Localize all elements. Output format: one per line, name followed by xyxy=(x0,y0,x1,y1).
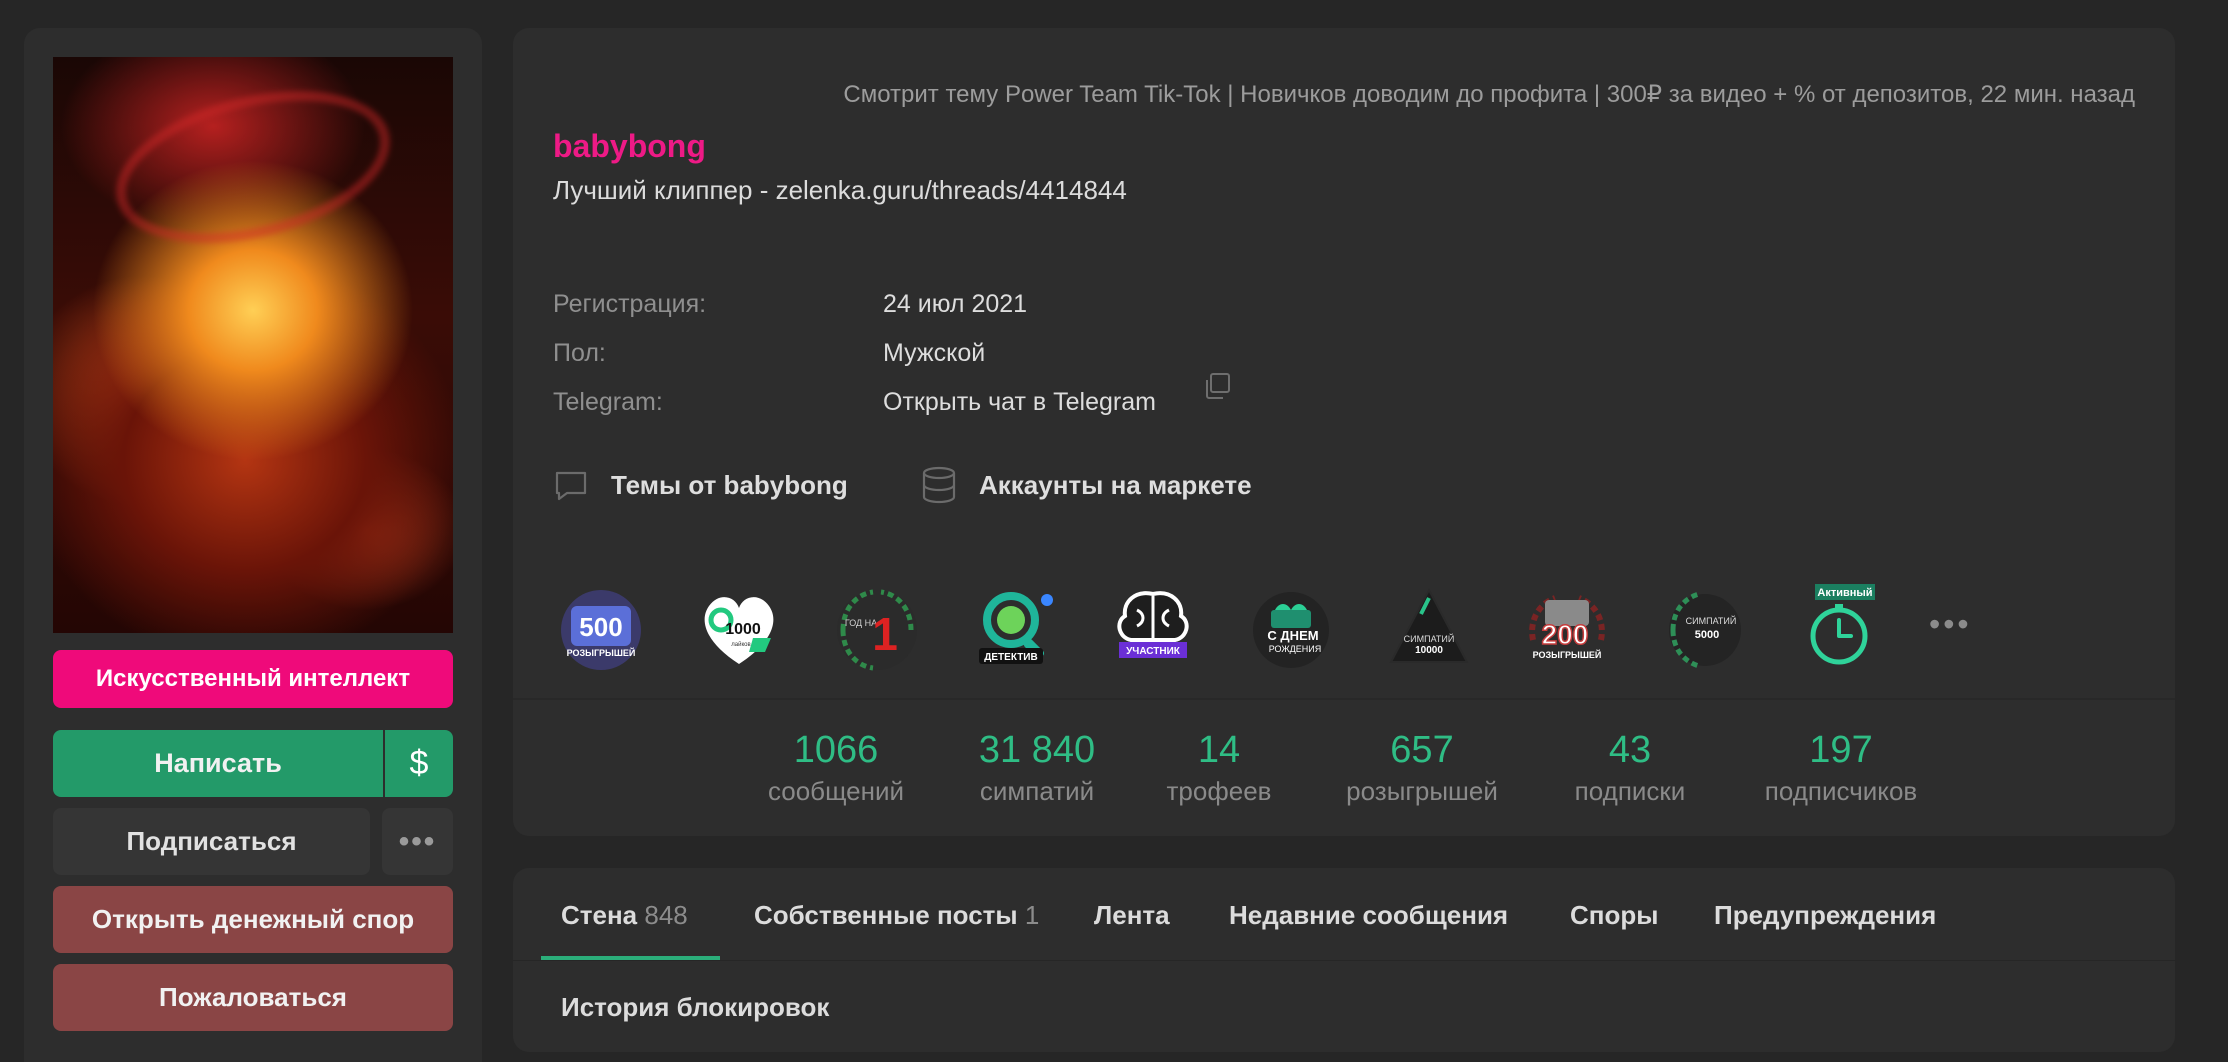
stat-value: 31 840 xyxy=(978,729,1096,771)
svg-text:1000: 1000 xyxy=(725,621,761,638)
tab-wall[interactable]: Стена 848 xyxy=(561,900,688,931)
svg-text:УЧАСТНИК: УЧАСТНИК xyxy=(1126,646,1181,657)
trophy-detective-icon[interactable]: ДЕТЕКТИВ xyxy=(967,580,1063,676)
trophy-birthday-icon[interactable]: С ДНЕМ РОЖДЕНИЯ xyxy=(1243,580,1339,676)
user-title: Лучший клиппер - zelenka.guru/threads/44… xyxy=(553,175,1127,205)
tabs-divider xyxy=(513,960,2175,961)
trophy-10000-likes-icon[interactable]: СИМПАТИЙ 10000 xyxy=(1381,580,1477,676)
info-label-telegram: Telegram: xyxy=(553,388,663,416)
stat-messages[interactable]: 1066 сообщений xyxy=(768,728,904,807)
svg-text:РОЗЫГРЫШЕЙ: РОЗЫГРЫШЕЙ xyxy=(567,647,636,658)
trophy-one-year-icon[interactable]: ГОД НА 1 xyxy=(829,580,925,676)
tab-label: Собственные посты xyxy=(754,900,1018,930)
user-threads-link[interactable]: Темы от babybong xyxy=(553,460,848,510)
stat-value: 197 xyxy=(1809,729,1873,771)
trophy-500-giveaways-icon[interactable]: 500 РОЗЫГРЫШЕЙ xyxy=(553,580,649,676)
open-dispute-button[interactable]: Открыть денежный спор xyxy=(53,886,453,953)
svg-text:РОЗЫГРЫШЕЙ: РОЗЫГРЫШЕЙ xyxy=(1533,649,1602,660)
stat-trophies[interactable]: 14 трофеев xyxy=(1167,728,1272,807)
tab-label: Споры xyxy=(1570,900,1659,930)
stat-value: 1066 xyxy=(793,729,879,771)
stat-following[interactable]: 43 подписки xyxy=(1575,728,1686,807)
info-value-gender: Мужской xyxy=(883,339,986,367)
stat-value: 657 xyxy=(1390,729,1454,771)
more-trophies-button[interactable]: ••• xyxy=(1929,606,1972,643)
trophy-active-icon[interactable]: Активный xyxy=(1795,580,1891,676)
user-threads-label: Темы от babybong xyxy=(611,469,848,500)
svg-text:РОЖДЕНИЯ: РОЖДЕНИЯ xyxy=(1269,644,1321,654)
svg-text:СИМПАТИЙ: СИМПАТИЙ xyxy=(1686,615,1737,626)
trophy-200-giveaways-icon[interactable]: 200 РОЗЫГРЫШЕЙ xyxy=(1519,580,1615,676)
info-label-gender: Пол: xyxy=(553,339,606,367)
tab-label: Недавние сообщения xyxy=(1229,900,1509,930)
stat-value: 43 xyxy=(1608,729,1652,771)
info-value-registration: 24 июл 2021 xyxy=(883,290,1028,318)
stat-label: розыгрышей xyxy=(1346,776,1498,806)
follow-button[interactable]: Подписаться xyxy=(53,808,370,875)
avatar-scribble xyxy=(100,65,406,269)
stat-value: 14 xyxy=(1197,729,1241,771)
svg-text:10000: 10000 xyxy=(1415,645,1443,656)
chat-bubble-icon xyxy=(555,471,587,501)
tab-label: Стена xyxy=(561,900,638,930)
tab-label: Предупреждения xyxy=(1714,900,1937,930)
stat-label: подписки xyxy=(1574,776,1686,806)
stat-label: симпатий xyxy=(979,776,1095,806)
tab-count: 848 xyxy=(644,900,688,930)
tab-count: 1 xyxy=(1024,900,1040,930)
stat-likes[interactable]: 31 840 симпатий xyxy=(979,728,1095,807)
avatar[interactable] xyxy=(53,57,453,633)
username: babybong xyxy=(553,128,706,164)
telegram-chat-link[interactable]: Открыть чат в Telegram xyxy=(883,388,1156,417)
market-accounts-label: Аккаунты на маркете xyxy=(979,469,1252,500)
ai-status-button[interactable]: Искусственный интеллект xyxy=(53,650,453,708)
more-actions-button[interactable]: ••• xyxy=(382,808,453,875)
svg-text:ДЕТЕКТИВ: ДЕТЕКТИВ xyxy=(984,652,1037,663)
svg-text:лайков: лайков xyxy=(731,641,750,648)
tab-disputes[interactable]: Споры xyxy=(1570,900,1658,931)
info-label-registration: Регистрация: xyxy=(553,290,707,318)
stats-divider xyxy=(513,698,2175,700)
profile-tabs: Стена 848 Собственные посты 1 Лента Неда… xyxy=(513,868,2175,1052)
tab-feed[interactable]: Лента xyxy=(1094,900,1170,931)
trophy-1000-likes-icon[interactable]: 1000 лайков xyxy=(691,580,787,676)
stat-giveaways[interactable]: 657 розыгрышей xyxy=(1346,728,1498,807)
tab-recent-messages[interactable]: Недавние сообщения xyxy=(1229,900,1508,931)
profile-card: Смотрит тему Power Team Tik-Tok | Новичк… xyxy=(513,28,2175,836)
svg-text:5000: 5000 xyxy=(1695,629,1719,641)
stat-label: трофеев xyxy=(1166,776,1272,806)
svg-text:С ДНЕМ: С ДНЕМ xyxy=(1267,628,1318,643)
trophy-member-icon[interactable]: УЧАСТНИК xyxy=(1105,580,1201,676)
svg-text:200: 200 xyxy=(1542,619,1589,650)
svg-text:Активный: Активный xyxy=(1817,587,1872,599)
svg-text:СИМПАТИЙ: СИМПАТИЙ xyxy=(1404,633,1455,644)
tab-warnings[interactable]: Предупреждения xyxy=(1714,900,1936,931)
tab-label: История блокировок xyxy=(561,992,830,1022)
database-icon xyxy=(922,466,956,504)
tab-ban-history[interactable]: История блокировок xyxy=(561,992,829,1023)
tab-own-posts[interactable]: Собственные посты 1 xyxy=(754,900,1039,931)
tab-label: Лента xyxy=(1094,900,1170,930)
svg-text:1: 1 xyxy=(872,608,898,660)
stat-followers[interactable]: 197 подписчиков xyxy=(1765,728,1917,807)
trophy-5000-likes-icon[interactable]: СИМПАТИЙ 5000 xyxy=(1657,580,1753,676)
send-money-button[interactable]: $ xyxy=(385,730,453,797)
stat-label: сообщений xyxy=(767,776,905,806)
report-button[interactable]: Пожаловаться xyxy=(53,964,453,1031)
copy-icon[interactable] xyxy=(1201,370,1233,402)
current-activity-status[interactable]: Смотрит тему Power Team Tik-Tok | Новичк… xyxy=(843,80,2135,109)
stat-label: подписчиков xyxy=(1764,776,1918,806)
svg-text:500: 500 xyxy=(579,612,622,642)
market-accounts-link[interactable]: Аккаунты на маркете xyxy=(921,460,1252,510)
write-message-button[interactable]: Написать xyxy=(53,730,383,797)
